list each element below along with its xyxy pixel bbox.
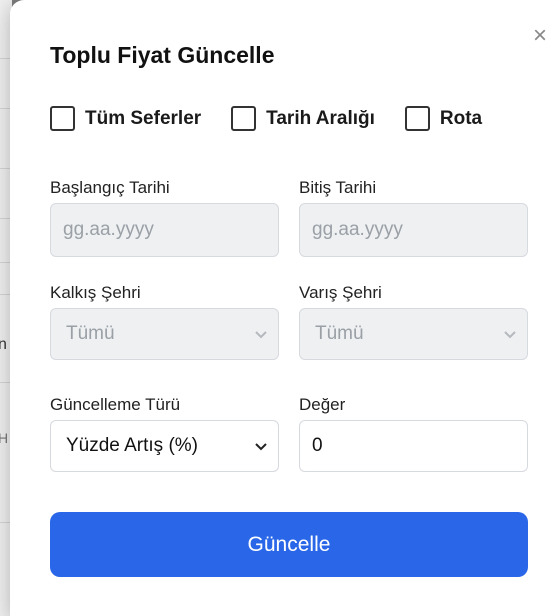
amount-label: Değer: [299, 395, 346, 414]
end-date-label: Bitiş Tarihi: [299, 178, 377, 197]
arrival-city-select[interactable]: Tümü: [299, 308, 528, 360]
checkbox-box[interactable]: [231, 106, 257, 131]
checkbox-box[interactable]: [404, 106, 430, 131]
all-trips-checkbox[interactable]: Tüm Seferler: [50, 106, 201, 131]
modal-title: Toplu Fiyat Güncelle: [50, 42, 275, 68]
checkbox-label[interactable]: Tüm Seferler: [85, 108, 201, 130]
departure-city-select[interactable]: Tümü: [50, 308, 279, 360]
select-value: Tümü: [66, 323, 115, 344]
end-date-input[interactable]: gg.aa.yyyy: [299, 203, 528, 257]
departure-city-label: Kalkış Şehri: [50, 283, 141, 302]
scope-checkbox-group: Tüm Seferler Tarih Aralığı Rota: [50, 106, 482, 131]
date-range-checkbox[interactable]: Tarih Aralığı: [231, 106, 375, 131]
chevron-down-icon: [255, 331, 267, 339]
select-value: Yüzde Artış (%): [66, 435, 198, 456]
arrival-city-label: Varış Şehri: [299, 283, 382, 302]
bulk-price-update-modal: Toplu Fiyat Güncelle × Tüm Seferler Tari…: [10, 0, 558, 616]
select-value: Tümü: [315, 323, 364, 344]
update-button[interactable]: Güncelle: [50, 512, 528, 577]
chevron-down-icon: [255, 443, 267, 451]
checkbox-label[interactable]: Rota: [440, 108, 482, 130]
amount-input[interactable]: 0: [299, 420, 528, 472]
checkbox-box[interactable]: [50, 106, 75, 131]
close-icon[interactable]: ×: [533, 24, 547, 48]
chevron-down-icon: [504, 331, 516, 339]
update-type-select[interactable]: Yüzde Artış (%): [50, 420, 279, 472]
background-text-fragment: H: [0, 430, 9, 446]
checkbox-label[interactable]: Tarih Aralığı: [266, 108, 375, 130]
route-checkbox[interactable]: Rota: [404, 106, 482, 131]
start-date-label: Başlangıç Tarihi: [50, 178, 170, 197]
start-date-input[interactable]: gg.aa.yyyy: [50, 203, 279, 257]
background-text-fragment: n: [0, 336, 7, 353]
update-type-label: Güncelleme Türü: [50, 395, 181, 414]
